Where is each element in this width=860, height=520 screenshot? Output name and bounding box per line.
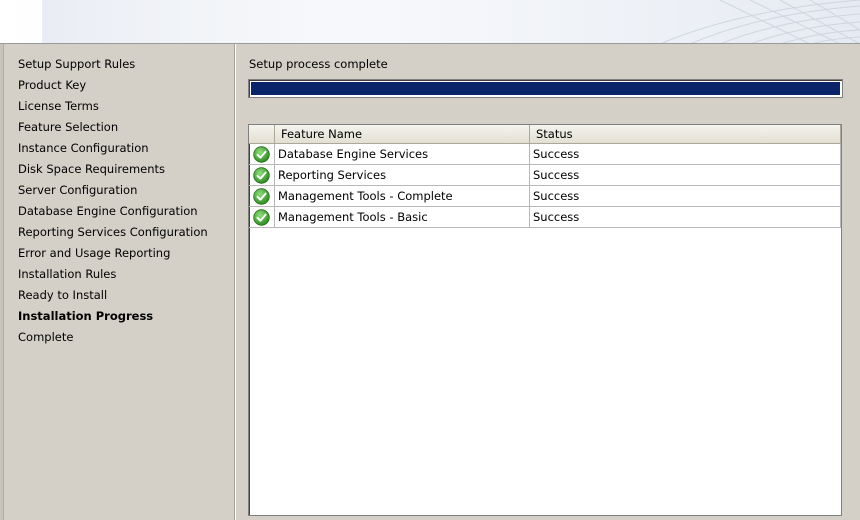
sidebar-item-instance-configuration[interactable]: Instance Configuration (4, 141, 234, 162)
status-cell: Success (530, 207, 841, 227)
feature-name-cell: Database Engine Services (275, 144, 530, 164)
sidebar-item-ready-to-install[interactable]: Ready to Install (4, 288, 234, 309)
main-panel: Setup process complete Feature Name Stat… (236, 44, 860, 520)
table-header: Feature Name Status (249, 125, 841, 144)
success-check-icon (249, 186, 275, 206)
feature-name-cell: Management Tools - Basic (275, 207, 530, 227)
column-header-feature-name[interactable]: Feature Name (275, 125, 530, 143)
sidebar-item-complete[interactable]: Complete (4, 330, 234, 351)
feature-name-cell: Reporting Services (275, 165, 530, 185)
sidebar-item-error-and-usage-reporting[interactable]: Error and Usage Reporting (4, 246, 234, 267)
sidebar: Setup Support Rules Product Key License … (4, 44, 235, 520)
banner-decoration (661, 0, 860, 43)
table-row[interactable]: Database Engine Services Success (249, 144, 841, 165)
sidebar-item-disk-space-requirements[interactable]: Disk Space Requirements (4, 162, 234, 183)
table-row[interactable]: Management Tools - Complete Success (249, 186, 841, 207)
sidebar-item-feature-selection[interactable]: Feature Selection (4, 120, 234, 141)
success-check-icon (249, 165, 275, 185)
progress-bar-fill (251, 82, 840, 95)
sidebar-item-product-key[interactable]: Product Key (4, 78, 234, 99)
status-cell: Success (530, 186, 841, 206)
feature-status-table: Feature Name Status Database Engine Serv… (248, 124, 842, 516)
feature-name-cell: Management Tools - Complete (275, 186, 530, 206)
column-header-status[interactable]: Status (530, 125, 841, 143)
sidebar-steps-list: Setup Support Rules Product Key License … (4, 44, 234, 351)
status-text: Setup process complete (249, 57, 388, 71)
sidebar-item-reporting-services-configuration[interactable]: Reporting Services Configuration (4, 225, 234, 246)
sidebar-item-server-configuration[interactable]: Server Configuration (4, 183, 234, 204)
table-row[interactable]: Management Tools - Basic Success (249, 207, 841, 228)
sidebar-item-installation-rules[interactable]: Installation Rules (4, 267, 234, 288)
banner-strip (42, 0, 342, 43)
progress-bar (248, 79, 843, 98)
column-header-icon[interactable] (249, 125, 275, 143)
table-row[interactable]: Reporting Services Success (249, 165, 841, 186)
status-cell: Success (530, 165, 841, 185)
header-banner (0, 0, 860, 44)
sidebar-item-database-engine-configuration[interactable]: Database Engine Configuration (4, 204, 234, 225)
success-check-icon (249, 207, 275, 227)
sidebar-item-license-terms[interactable]: License Terms (4, 99, 234, 120)
status-cell: Success (530, 144, 841, 164)
sidebar-item-setup-support-rules[interactable]: Setup Support Rules (4, 57, 234, 78)
success-check-icon (249, 144, 275, 164)
sidebar-item-installation-progress[interactable]: Installation Progress (4, 309, 234, 330)
